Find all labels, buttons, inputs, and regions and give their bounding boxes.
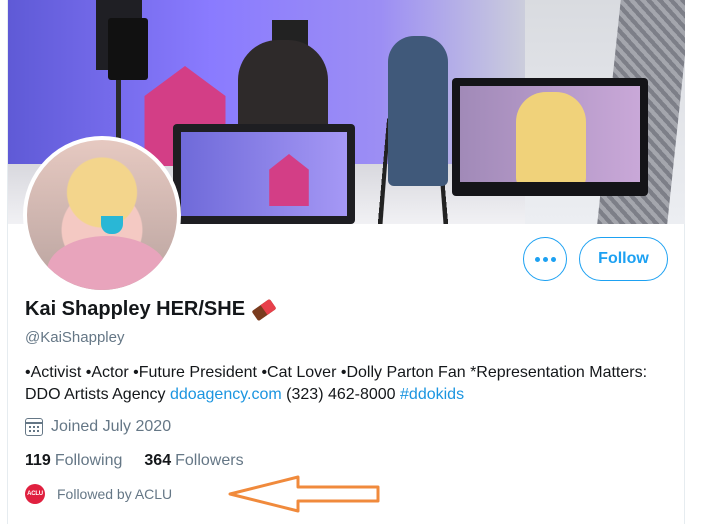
banner-camera-operator [388, 36, 448, 186]
aclu-avatar-icon: ACLU [25, 484, 45, 504]
follow-button[interactable]: Follow [579, 237, 668, 281]
profile-name-row: Kai Shappley HER/SHE [25, 298, 277, 321]
banner-monitor-left [173, 124, 355, 224]
chocolate-bar-icon [249, 294, 280, 325]
following-label: Following [54, 452, 123, 469]
bio-hashtag[interactable]: #ddokids [400, 386, 464, 403]
profile-handle: @KaiShappley [25, 329, 125, 346]
bio-link[interactable]: ddoagency.com [170, 386, 282, 403]
joined-text: Joined July 2020 [51, 418, 172, 435]
banner-monitor-right [452, 78, 648, 196]
followed-by-text: Followed by ACLU [57, 486, 173, 502]
profile-avatar[interactable] [23, 136, 181, 294]
followers-count: 364 [144, 452, 172, 469]
joined-date: Joined July 2020 [25, 418, 171, 436]
more-dots-icon [534, 256, 556, 262]
calendar-icon [25, 418, 43, 436]
followers-label: Followers [175, 452, 244, 469]
more-options-button[interactable] [523, 237, 567, 281]
banner-speaker [108, 18, 148, 80]
followers-link[interactable]: 364 Followers [144, 452, 243, 470]
following-count: 119 [25, 452, 51, 469]
follow-stats: 119 Following 364 Followers [25, 452, 244, 470]
profile-bio: •Activist •Actor •Future President •Cat … [25, 362, 665, 406]
followed-by[interactable]: ACLU Followed by ACLU [25, 484, 172, 504]
profile-frame: Follow Kai Shappley HER/SHE @KaiShappley… [7, 0, 685, 524]
display-name: Kai Shappley HER/SHE [25, 298, 246, 320]
bio-phone: (323) 462-8000 [281, 386, 401, 403]
annotation-arrow-icon [228, 475, 380, 513]
following-link[interactable]: 119 Following [25, 452, 122, 470]
